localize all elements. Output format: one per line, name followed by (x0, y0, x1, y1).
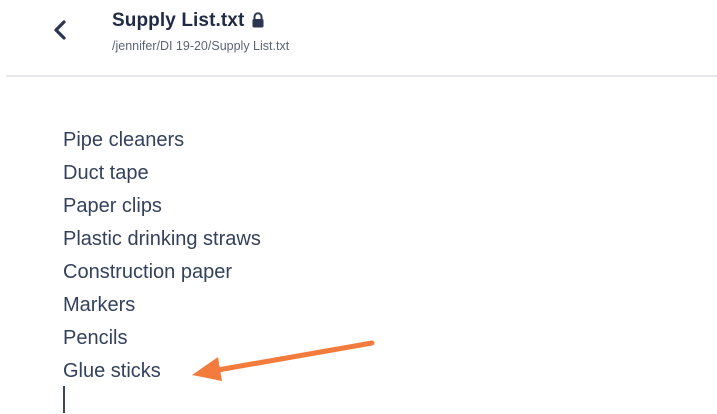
file-header: Supply List.txt /jennifer/DI 19-20/Suppl… (0, 0, 717, 78)
editor-line[interactable]: Paper clips (63, 190, 663, 223)
file-title: Supply List.txt (112, 10, 245, 31)
editor-line[interactable]: Plastic drinking straws (63, 223, 663, 256)
header-divider (6, 75, 717, 77)
editor-line[interactable]: Duct tape (63, 157, 663, 190)
text-cursor (63, 386, 65, 413)
editor-line[interactable]: Pipe cleaners (63, 124, 663, 157)
editor-line[interactable]: Construction paper (63, 256, 663, 289)
chevron-left-icon (54, 20, 66, 40)
lock-icon (252, 11, 264, 27)
file-path: /jennifer/DI 19-20/Supply List.txt (112, 39, 290, 53)
back-button[interactable] (44, 14, 76, 46)
title-row: Supply List.txt (112, 8, 265, 34)
arrow-left-icon (192, 340, 375, 381)
editor-line[interactable]: Markers (63, 289, 663, 322)
